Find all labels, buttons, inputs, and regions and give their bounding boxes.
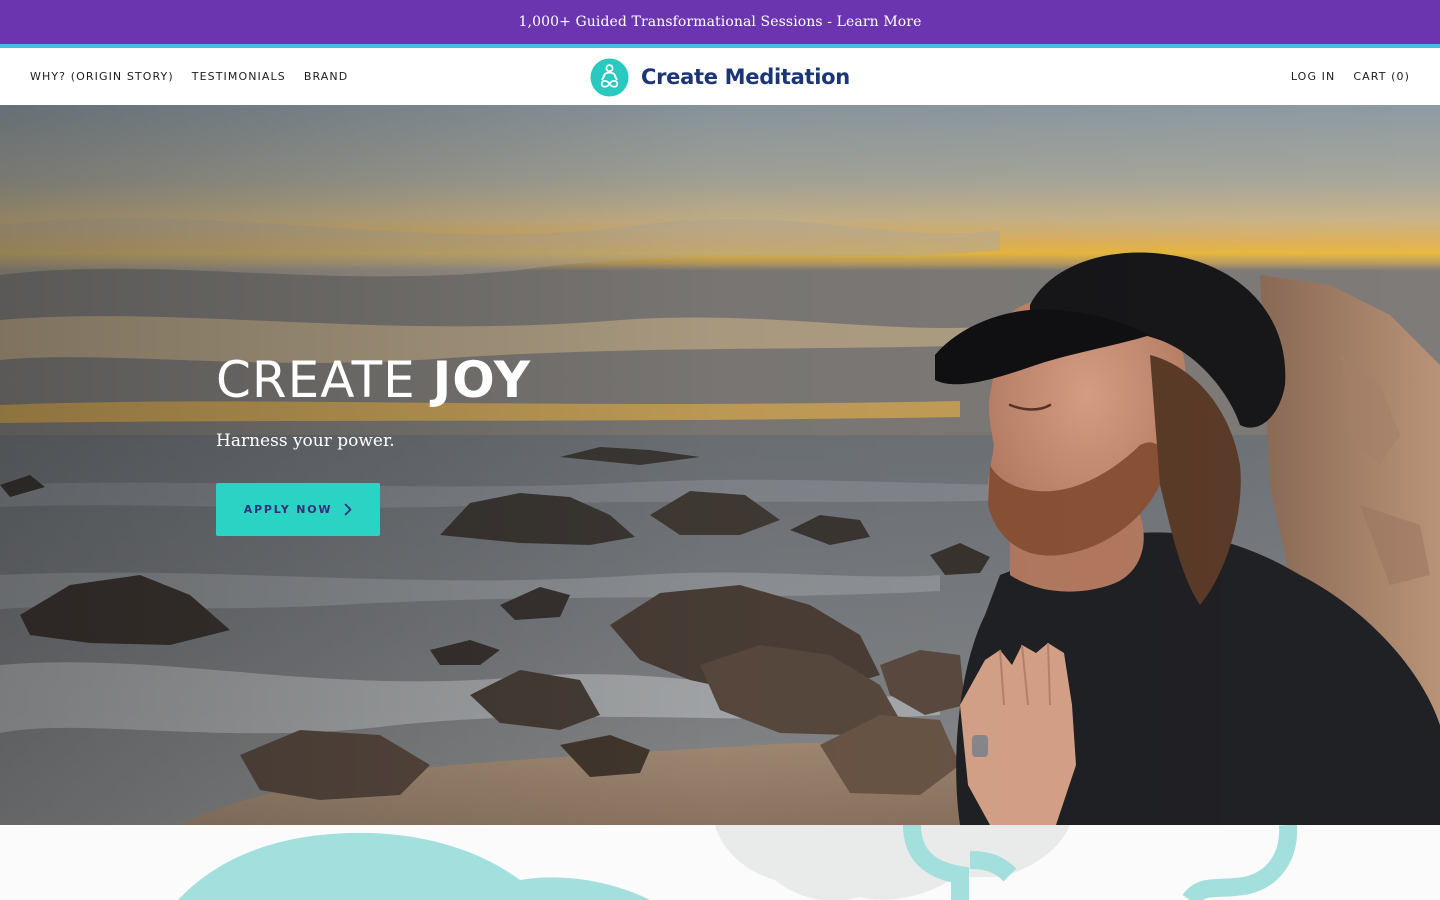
apply-now-button[interactable]: APPLY NOW [216, 483, 380, 536]
nav-link-brand[interactable]: BRAND [304, 70, 348, 83]
announcement-bar[interactable]: 1,000+ Guided Transformational Sessions … [0, 0, 1440, 44]
cart-link[interactable]: CART (0) [1353, 70, 1410, 83]
hero-title-accent: JOY [432, 351, 532, 409]
hero-content: CREATE JOY Harness your power. APPLY NOW [216, 355, 776, 536]
site-header: WHY? (ORIGIN STORY) TESTIMONIALS BRAND C… [0, 48, 1440, 105]
site-logo[interactable]: Create Meditation [590, 57, 850, 97]
announcement-text: 1,000+ Guided Transformational Sessions … [518, 14, 922, 30]
nav-link-origin-story[interactable]: WHY? (ORIGIN STORY) [30, 70, 174, 83]
meditating-figure-icon [590, 57, 629, 97]
logo-wordmark: Create Meditation [641, 65, 850, 89]
hero-subtitle: Harness your power. [216, 431, 395, 451]
nav-link-testimonials[interactable]: TESTIMONIALS [192, 70, 286, 83]
hero-title: CREATE JOY [216, 355, 776, 405]
account-nav: LOG IN CART (0) [1291, 48, 1410, 105]
primary-nav: WHY? (ORIGIN STORY) TESTIMONIALS BRAND [30, 48, 348, 105]
chevron-right-icon [345, 503, 352, 516]
decorative-section [0, 825, 1440, 900]
decorative-clouds [178, 825, 1298, 900]
hero-banner: CREATE JOY Harness your power. APPLY NOW [0, 105, 1440, 825]
login-link[interactable]: LOG IN [1291, 70, 1336, 83]
hero-title-prefix: CREATE [216, 351, 416, 409]
apply-now-label: APPLY NOW [243, 503, 333, 516]
